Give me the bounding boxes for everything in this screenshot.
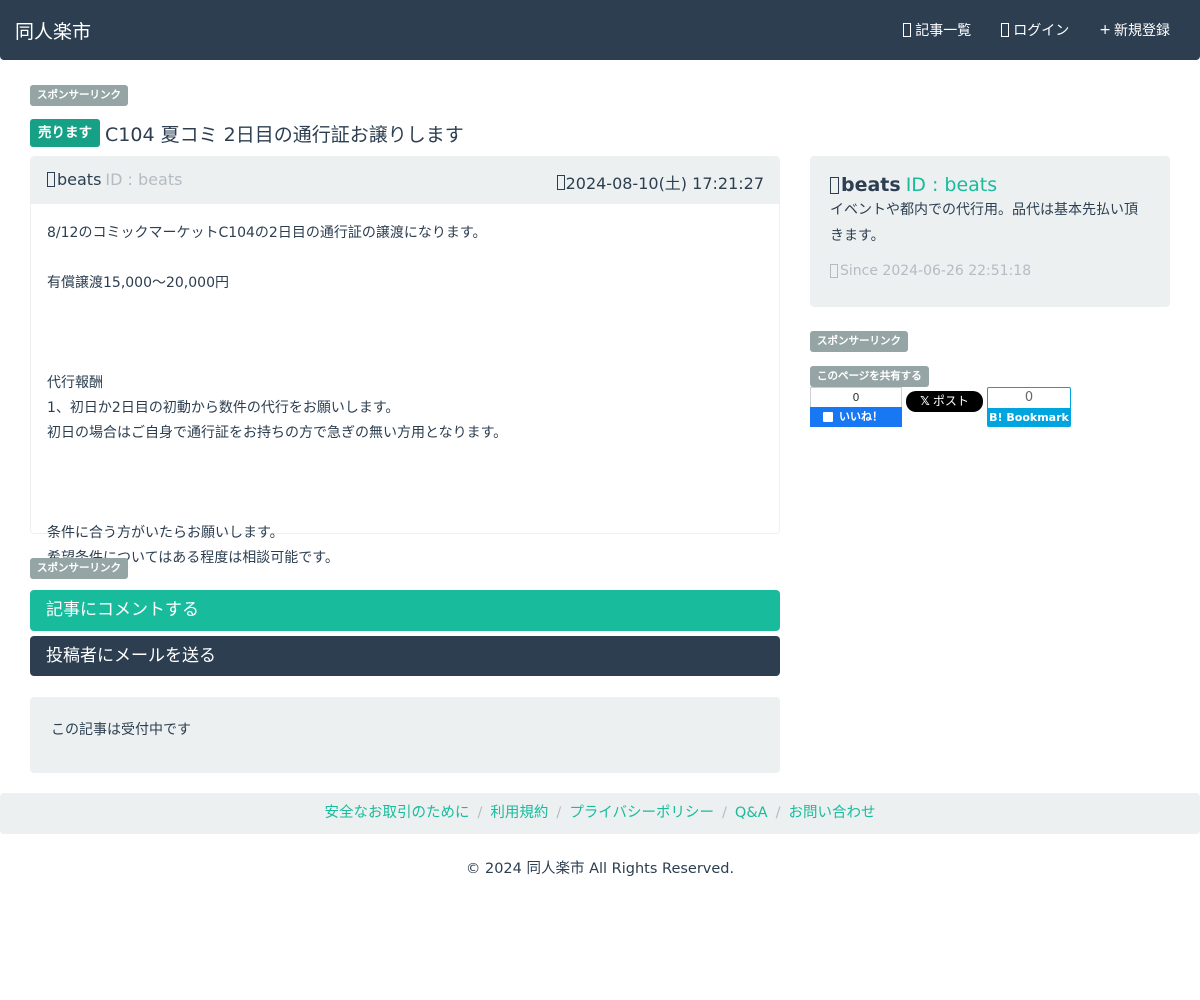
profile-username: beats [841, 174, 901, 196]
profile-panel: beats ID : beats イベントや都内での代行用。品代は基本先払い頂き… [810, 156, 1170, 307]
post-username: beats [57, 170, 102, 189]
footer-link-privacy[interactable]: プライバシーポリシー [569, 805, 714, 821]
post-line [47, 321, 763, 346]
brand-logo[interactable]: 同人楽市 [15, 17, 91, 44]
thumbs-up-icon [823, 412, 833, 422]
facebook-like-button[interactable]: 0 いいね！ [810, 387, 902, 427]
status-badge: 売ります [30, 119, 100, 147]
post-line: 1、初日か2日目の初動から数件の代行をお願いします。 [47, 400, 400, 416]
profile-since: Since 2024-06-26 22:51:18 [830, 263, 1150, 279]
user-icon [830, 176, 839, 194]
sponsor-badge-bottom: スポンサーリンク [30, 558, 128, 579]
profile-description: イベントや都内での代行用。品代は基本先払い頂きます。 [830, 202, 1138, 244]
post-line [47, 471, 763, 496]
footer-separator: / [775, 805, 781, 821]
title-row: 売ります C104 夏コミ 2日目の通行証お譲りします [30, 119, 464, 147]
footer-link-contact[interactable]: お問い合わせ [788, 805, 875, 821]
post-line [47, 246, 763, 271]
sponsor-badge-sidebar: スポンサーリンク [810, 331, 908, 352]
footer-separator: / [722, 805, 727, 821]
post-user-id: ID : beats [105, 170, 183, 189]
nav-article-list-label: 記事一覧 [915, 23, 972, 39]
x-post-label: ポスト [932, 394, 969, 408]
profile-name: beats ID : beats [830, 174, 1150, 196]
user-icon [47, 172, 55, 187]
post-body: 8/12のコミックマーケットC104の2日目の通行証の譲渡になります。 有償譲渡… [31, 204, 779, 571]
footer-links: 安全なお取引のために / 利用規約 / プライバシーポリシー / Q&A / お問い合わせ [0, 793, 1200, 834]
nav-login[interactable]: ログイン [1001, 20, 1069, 40]
plus-icon: + [1099, 22, 1111, 38]
post-line: 8/12のコミックマーケットC104の2日目の通行証の譲渡になります。 [47, 225, 487, 241]
footer-separator: / [477, 805, 483, 821]
post-line: 条件に合う方がいたらお願いします。 [47, 525, 284, 541]
x-post-button[interactable]: 𝕏 ポスト [906, 391, 983, 412]
footer-link-terms[interactable]: 利用規約 [490, 805, 548, 821]
profile-user-id[interactable]: ID : beats [906, 174, 997, 196]
post-date-text: 2024-08-10(土) 17:21:27 [565, 174, 764, 193]
login-icon [1001, 23, 1010, 37]
post-line: 有償譲渡15,000〜20,000円 [47, 275, 229, 291]
send-mail-button[interactable]: 投稿者にメールを送る [30, 636, 780, 676]
x-logo-icon: 𝕏 [920, 394, 930, 408]
comment-button[interactable]: 記事にコメントする [30, 590, 780, 631]
nav-login-label: ログイン [1013, 23, 1070, 39]
footer-link-safety[interactable]: 安全なお取引のために [325, 805, 470, 821]
sponsor-badge-top: スポンサーリンク [30, 85, 128, 106]
hb-count: 0 [987, 387, 1071, 408]
post-date: 2024-08-10(土) 17:21:27 [556, 170, 764, 194]
profile-since-text: Since 2024-06-26 22:51:18 [840, 263, 1032, 279]
post-header: beats ID : beats 2024-08-10(土) 17:21:27 [31, 157, 779, 204]
post-line [47, 446, 763, 471]
nav-menu: 記事一覧 ログイン + 新規登録 [873, 0, 1170, 60]
page-title: C104 夏コミ 2日目の通行証お譲りします [105, 123, 464, 146]
status-message: この記事は受付中です [30, 697, 780, 773]
footer-separator: / [556, 805, 562, 821]
fb-like-label: いいね！ [839, 410, 883, 423]
hatena-bookmark-button[interactable]: 0 B! Bookmark [987, 387, 1071, 427]
post-line [47, 496, 763, 521]
post-line: 希望条件についてはある程度は相談可能です。 [47, 550, 339, 566]
clock-icon [556, 174, 565, 190]
post-line [47, 346, 763, 371]
footer-link-qa[interactable]: Q&A [735, 805, 768, 821]
fb-count: 0 [810, 387, 902, 407]
post-panel: beats ID : beats 2024-08-10(土) 17:21:27 … [30, 156, 780, 566]
nav-register[interactable]: + 新規登録 [1099, 20, 1170, 40]
hb-label: B! Bookmark [987, 408, 1071, 427]
calendar-icon [830, 264, 838, 278]
post-author: beats ID : beats [47, 170, 182, 189]
post-line [47, 296, 763, 321]
post-line: 初日の場合はご自身で通行証をお持ちの方で急ぎの無い方用となります。 [47, 425, 508, 441]
copyright: © 2024 同人楽市 All Rights Reserved. [465, 861, 735, 877]
navbar: 同人楽市 記事一覧 ログイン + 新規登録 [0, 0, 1200, 60]
post-line: 代行報酬 [47, 375, 103, 391]
list-icon [903, 23, 912, 37]
nav-register-label: 新規登録 [1114, 23, 1170, 39]
fb-like: いいね！ [810, 407, 902, 427]
share-label: このページを共有する [810, 366, 929, 387]
nav-article-list[interactable]: 記事一覧 [903, 20, 971, 40]
